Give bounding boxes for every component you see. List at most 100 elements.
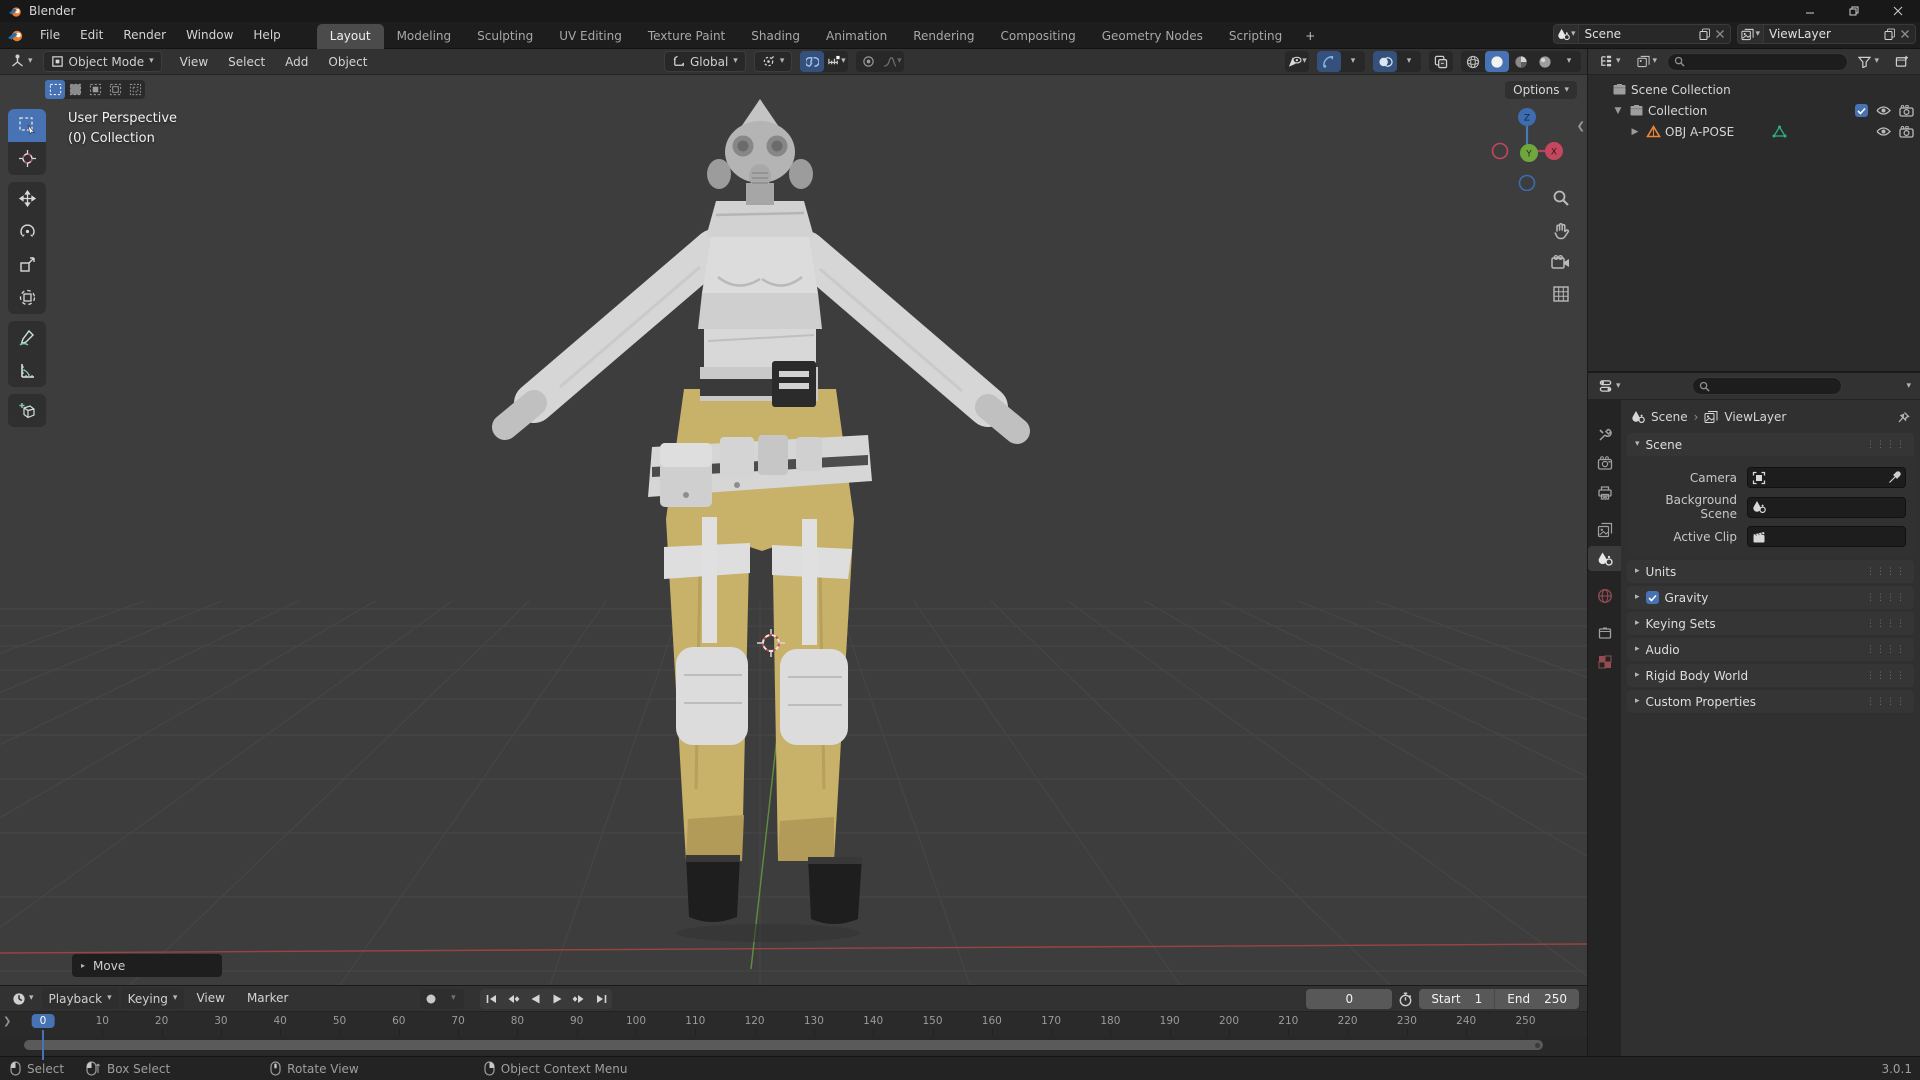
orthographic-toggle-icon[interactable] (1552, 285, 1570, 303)
play-reverse-button[interactable] (524, 989, 546, 1009)
tab-rendering[interactable]: Rendering (900, 24, 987, 49)
tab-shading[interactable]: Shading (738, 24, 813, 49)
tool-scale[interactable] (8, 248, 46, 281)
shading-wireframe-button[interactable] (1461, 51, 1485, 72)
new-viewlayer-icon[interactable] (1884, 28, 1896, 40)
tab-compositing[interactable]: Compositing (987, 24, 1088, 49)
properties-tab-object[interactable] (1588, 620, 1621, 645)
remove-viewlayer-icon[interactable] (1900, 29, 1910, 39)
tool-cursor[interactable] (8, 142, 46, 175)
outliner-display-mode-button[interactable]: ▾ (1631, 53, 1664, 70)
snap-target-dropdown[interactable]: ▾ (824, 51, 848, 72)
gravity-checkbox[interactable] (1645, 591, 1659, 604)
tool-measure[interactable] (8, 354, 46, 387)
zoom-icon[interactable] (1552, 189, 1570, 207)
properties-tab-scene[interactable] (1588, 546, 1621, 571)
tool-rotate[interactable] (8, 215, 46, 248)
background-scene-input[interactable] (1747, 496, 1906, 518)
menu-window[interactable]: Window (176, 25, 243, 45)
navigation-gizmo[interactable]: Z X Y (1489, 91, 1565, 191)
select-mode-subtract[interactable] (85, 80, 105, 99)
new-collection-button[interactable] (1889, 53, 1915, 70)
tool-select-box[interactable] (8, 109, 46, 142)
play-button[interactable] (546, 989, 568, 1009)
include-checkbox[interactable] (1855, 104, 1868, 117)
properties-tab-texture[interactable] (1588, 649, 1621, 674)
overlays-dropdown[interactable]: ▾ (1397, 51, 1421, 72)
panel-header-units[interactable]: ▸ Units ⋮⋮⋮⋮ (1627, 560, 1914, 583)
playhead-line[interactable] (42, 1030, 44, 1060)
jump-start-button[interactable] (480, 989, 502, 1009)
scene-panel-header[interactable]: ▾ Scene ⋮⋮⋮⋮ (1627, 433, 1914, 456)
outliner-row-scene-collection[interactable]: Scene Collection (1588, 79, 1920, 100)
pin-icon[interactable] (1897, 411, 1910, 424)
outliner-editor-type-button[interactable]: ▾ (1593, 53, 1627, 70)
camera-view-icon[interactable] (1551, 255, 1570, 270)
menu-edit[interactable]: Edit (70, 25, 113, 45)
panel-header-audio[interactable]: ▸ Audio ⋮⋮⋮⋮ (1627, 638, 1914, 661)
unlink-scene-icon[interactable] (1715, 29, 1725, 39)
scrollbar-handle-dot[interactable] (1535, 1043, 1540, 1048)
properties-tab-world[interactable] (1588, 583, 1621, 608)
minimize-button[interactable] (1788, 0, 1832, 22)
tab-sculpting[interactable]: Sculpting (464, 24, 546, 49)
eyedropper-icon[interactable] (1888, 471, 1901, 484)
jump-end-button[interactable] (590, 989, 612, 1009)
show-gizmo-toggle[interactable] (1317, 51, 1341, 72)
pivot-dropdown[interactable]: ▾ (753, 51, 793, 72)
properties-editor-type-button[interactable]: ▾ (1593, 377, 1627, 395)
next-keyframe-button[interactable] (568, 989, 590, 1009)
tab-geometry-nodes[interactable]: Geometry Nodes (1089, 24, 1216, 49)
panel-header-rigid-body-world[interactable]: ▸ Rigid Body World ⋮⋮⋮⋮ (1627, 664, 1914, 687)
tool-annotate[interactable] (8, 321, 46, 354)
panel-grip[interactable]: ⋮⋮⋮⋮ (1866, 671, 1906, 681)
tool-add-cube[interactable] (8, 394, 46, 427)
tab-texture-paint[interactable]: Texture Paint (635, 24, 738, 49)
tab-animation[interactable]: Animation (813, 24, 900, 49)
operator-panel[interactable]: ▸ Move (72, 954, 222, 977)
mode-dropdown[interactable]: Object Mode ▾ (42, 51, 162, 72)
shading-material-button[interactable] (1509, 51, 1533, 72)
camera-input[interactable] (1747, 467, 1906, 488)
auto-keying-dropdown[interactable]: ▾ (442, 989, 464, 1009)
viewlayer-browse-button[interactable]: ▾ (1737, 24, 1764, 44)
outliner-search-input[interactable] (1667, 52, 1849, 71)
tab-uv-editing[interactable]: UV Editing (546, 24, 635, 49)
disclosure-right-icon[interactable]: ▶ (1628, 127, 1642, 137)
editor-type-button[interactable]: ▾ (4, 52, 39, 71)
panel-header-keying-sets[interactable]: ▸ Keying Sets ⋮⋮⋮⋮ (1627, 612, 1914, 635)
viewport-menu-select[interactable]: Select (218, 52, 275, 72)
close-button[interactable] (1876, 0, 1920, 22)
tool-move[interactable] (8, 182, 46, 215)
outliner-row-collection[interactable]: ▼ Collection (1588, 100, 1920, 121)
prev-keyframe-button[interactable] (502, 989, 524, 1009)
hide-viewport-icon[interactable] (1876, 105, 1891, 116)
new-scene-icon[interactable] (1699, 28, 1711, 40)
playhead[interactable]: 0 (31, 1014, 55, 1028)
tab-scripting[interactable]: Scripting (1216, 24, 1295, 49)
outliner-row-obj-a-pose[interactable]: ▶ OBJ A-POSE (1588, 121, 1920, 142)
outliner-item-label[interactable]: Collection (1648, 104, 1707, 118)
timeline-menu-marker[interactable]: Marker (237, 988, 298, 1009)
select-mode-tweak[interactable] (45, 80, 65, 99)
blender-menu-button[interactable] (0, 28, 30, 43)
tool-transform[interactable] (8, 281, 46, 314)
shading-dropdown[interactable]: ▾ (1557, 51, 1581, 72)
outliner-item-label[interactable]: Scene Collection (1631, 83, 1731, 97)
shading-rendered-button[interactable] (1533, 51, 1557, 72)
tab-modeling[interactable]: Modeling (384, 24, 465, 49)
panel-grip[interactable]: ⋮⋮⋮⋮ (1866, 619, 1906, 629)
character-model[interactable] (492, 99, 1030, 942)
shading-solid-button[interactable] (1485, 51, 1509, 72)
xray-toggle[interactable] (1429, 51, 1453, 72)
panel-header-gravity[interactable]: ▸ Gravity ⋮⋮⋮⋮ (1627, 586, 1914, 609)
properties-search-input[interactable] (1691, 377, 1842, 395)
menu-help[interactable]: Help (243, 25, 290, 45)
select-mode-extend[interactable] (65, 80, 85, 99)
outliner-item-label[interactable]: OBJ A-POSE (1665, 125, 1734, 139)
timeline-menu-view[interactable]: View (186, 988, 234, 1009)
tab-layout[interactable]: Layout (316, 23, 384, 49)
panel-grip[interactable]: ⋮⋮⋮⋮ (1866, 645, 1906, 655)
panel-grip[interactable]: ⋮⋮⋮⋮ (1866, 593, 1906, 603)
breadcrumb-viewlayer[interactable]: ViewLayer (1724, 410, 1786, 424)
